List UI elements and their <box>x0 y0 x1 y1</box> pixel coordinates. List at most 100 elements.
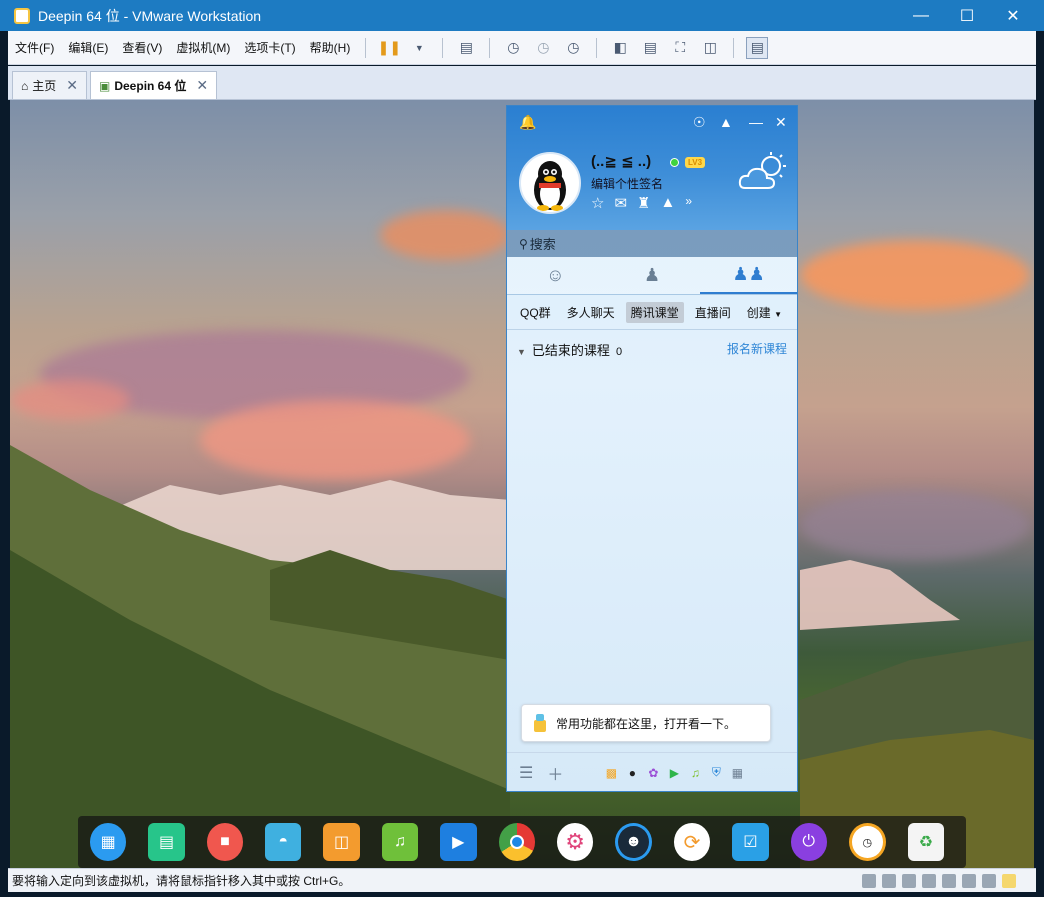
settings-icon[interactable]: ⚙ <box>556 823 594 861</box>
pause-icon[interactable]: ❚❚ <box>378 37 401 59</box>
menu-file[interactable]: 文件(F) <box>8 39 61 56</box>
avatar[interactable] <box>519 152 581 214</box>
snapshot-manager-icon[interactable]: ◷ <box>562 37 584 59</box>
signup-course-link[interactable]: 报名新课程 <box>727 340 787 357</box>
tab-contacts[interactable]: ♟ <box>604 257 701 294</box>
hard-disk-icon[interactable] <box>862 874 876 888</box>
feature-tip[interactable]: 常用功能都在这里，打开看一下。 <box>521 704 771 742</box>
status-text: 要将输入定向到该虚拟机，请将鼠标指针移入其中或按 Ctrl+G。 <box>12 874 351 888</box>
subtab-multi-chat[interactable]: 多人聊天 <box>562 302 620 323</box>
printer-icon[interactable] <box>962 874 976 888</box>
qq-close-icon[interactable]: ✕ <box>775 114 787 131</box>
flower-icon[interactable]: ✿ <box>645 765 661 781</box>
qq-pet-icon[interactable]: ● <box>624 765 640 781</box>
video-icon[interactable]: ▶ <box>440 823 477 861</box>
archive-manager-icon[interactable]: ◓ <box>265 823 302 861</box>
unity-icon[interactable]: ◫ <box>699 37 721 59</box>
add-icon[interactable]: ＋ <box>547 761 563 785</box>
nickname[interactable]: (..≧ ≦ ..) <box>591 152 651 170</box>
home-icon: ⌂ <box>21 78 29 93</box>
console-view-icon[interactable]: ▤ <box>639 37 661 59</box>
terminal-icon[interactable]: ▤ <box>148 823 185 861</box>
tent-icon[interactable]: ▲ <box>660 194 675 212</box>
music-note-icon[interactable]: ♫ <box>687 765 703 781</box>
qq-window: 🔔 ☉ ▲ — ✕ (..≧ ≦ ..) LV3 编辑个性签名 ☆ ✉ ♜ ▲ <box>506 105 798 792</box>
cd-rom-icon[interactable] <box>882 874 896 888</box>
screenshot-icon[interactable]: ☑ <box>732 823 769 861</box>
apps-grid-icon[interactable]: ▦ <box>729 765 745 781</box>
tab-groups[interactable]: ♟♟ <box>700 257 797 294</box>
menu-icon[interactable]: ☰ <box>519 763 533 783</box>
feature-tip-text: 常用功能都在这里，打开看一下。 <box>556 716 737 731</box>
mail-icon[interactable]: ✉ <box>614 194 627 212</box>
maximize-icon[interactable]: ☐ <box>944 0 990 31</box>
menu-vm[interactable]: 虚拟机(M) <box>169 39 237 56</box>
subtab-qq-group[interactable]: QQ群 <box>515 302 556 323</box>
trash-icon[interactable]: ♻ <box>907 823 944 861</box>
chevron-down-icon[interactable]: ▼ <box>408 37 430 59</box>
subtab-live[interactable]: 直播间 <box>690 302 736 323</box>
star-icon[interactable]: ☆ <box>591 194 604 212</box>
qq-bell-icon[interactable]: 🔔 <box>519 114 536 131</box>
chat-bubble-icon: ☺ <box>546 265 565 285</box>
close-tab-icon[interactable]: ✕ <box>66 77 78 94</box>
ended-courses-header[interactable]: ▼ 已结束的课程 0 <box>517 340 622 359</box>
menu-edit[interactable]: 编辑(E) <box>61 39 115 56</box>
snapshot-icon[interactable]: ◷ <box>502 37 524 59</box>
network-icon[interactable] <box>902 874 916 888</box>
sound-icon[interactable] <box>942 874 956 888</box>
play-icon[interactable]: ▶ <box>666 765 682 781</box>
shield-icon[interactable]: ⛨ <box>708 765 724 781</box>
menu-help[interactable]: 帮助(H) <box>303 39 358 56</box>
crown-icon[interactable]: ♜ <box>637 194 650 212</box>
message-icon[interactable] <box>1002 874 1016 888</box>
power-icon[interactable]: ⏻ <box>790 823 827 861</box>
toolbar-separator <box>733 37 735 58</box>
chrome-icon[interactable] <box>498 823 535 861</box>
app-store-icon[interactable]: ◫ <box>323 823 360 861</box>
toolbar-separator <box>442 37 444 58</box>
qq-minimize-icon[interactable]: — <box>749 114 763 130</box>
screen-recorder-icon[interactable]: ■ <box>206 823 244 861</box>
menubar: 文件(F) 编辑(E) 查看(V) 虚拟机(M) 选项卡(T) 帮助(H) ❚❚… <box>8 31 1036 65</box>
qq-main-tabs: ☺ ♟ ♟♟ <box>507 257 797 295</box>
view-options-icon[interactable]: ▤ <box>746 36 769 59</box>
music-icon[interactable]: ♫ <box>381 823 419 861</box>
subtab-tencent-class[interactable]: 腾讯课堂 <box>625 302 684 323</box>
signature[interactable]: 编辑个性签名 <box>591 175 663 192</box>
tab-home[interactable]: ⌂ 主页 ✕ <box>12 71 87 99</box>
qq-assistant-icon[interactable]: ☻ <box>615 823 652 861</box>
tab-messages[interactable]: ☺ <box>507 257 604 294</box>
qq-tshirt-icon[interactable]: ▲ <box>719 114 733 130</box>
penguin-avatar <box>534 161 566 211</box>
ended-courses-count: 0 <box>615 346 623 358</box>
subtab-create[interactable]: 创建 ▼ <box>742 302 787 323</box>
close-icon[interactable]: ✕ <box>990 0 1036 31</box>
library-icon[interactable]: ◧ <box>609 37 631 59</box>
qq-skin-icon[interactable]: ☉ <box>693 114 706 131</box>
refresh-icon[interactable]: ⟳ <box>673 823 711 861</box>
fullscreen-icon[interactable]: ⛶ <box>669 37 691 59</box>
ended-courses-title: 已结束的课程 <box>531 343 610 358</box>
weather-icon[interactable] <box>737 150 789 194</box>
tab-deepin[interactable]: ▣ Deepin 64 位 ✕ <box>90 71 218 99</box>
qq-header: 🔔 ☉ ▲ — ✕ (..≧ ≦ ..) LV3 编辑个性签名 ☆ ✉ ♜ ▲ <box>507 106 797 230</box>
launcher-icon[interactable]: ▦ <box>90 823 127 861</box>
send-ctrl-alt-del-icon[interactable]: ▤ <box>455 37 477 59</box>
more-icon[interactable]: » <box>685 194 692 212</box>
level-badge: LV3 <box>685 157 706 168</box>
usb-icon[interactable] <box>922 874 936 888</box>
revert-snapshot-icon[interactable]: ◷ <box>532 37 554 59</box>
subtab-create-label: 创建 <box>746 306 771 320</box>
game-icon[interactable]: ▩ <box>603 765 619 781</box>
search-icon: ⚲ <box>519 236 528 251</box>
display-icon[interactable] <box>982 874 996 888</box>
tab-bar: ⌂ 主页 ✕ ▣ Deepin 64 位 ✕ <box>8 66 1036 100</box>
clock-icon[interactable]: ◷ <box>848 823 886 861</box>
menu-view[interactable]: 查看(V) <box>115 39 169 56</box>
menu-tabs[interactable]: 选项卡(T) <box>237 39 302 56</box>
minimize-icon[interactable]: — <box>898 0 944 31</box>
close-tab-icon[interactable]: ✕ <box>196 77 208 94</box>
online-status-icon[interactable] <box>670 158 679 167</box>
search-input[interactable]: ⚲ 搜索 <box>507 230 797 257</box>
